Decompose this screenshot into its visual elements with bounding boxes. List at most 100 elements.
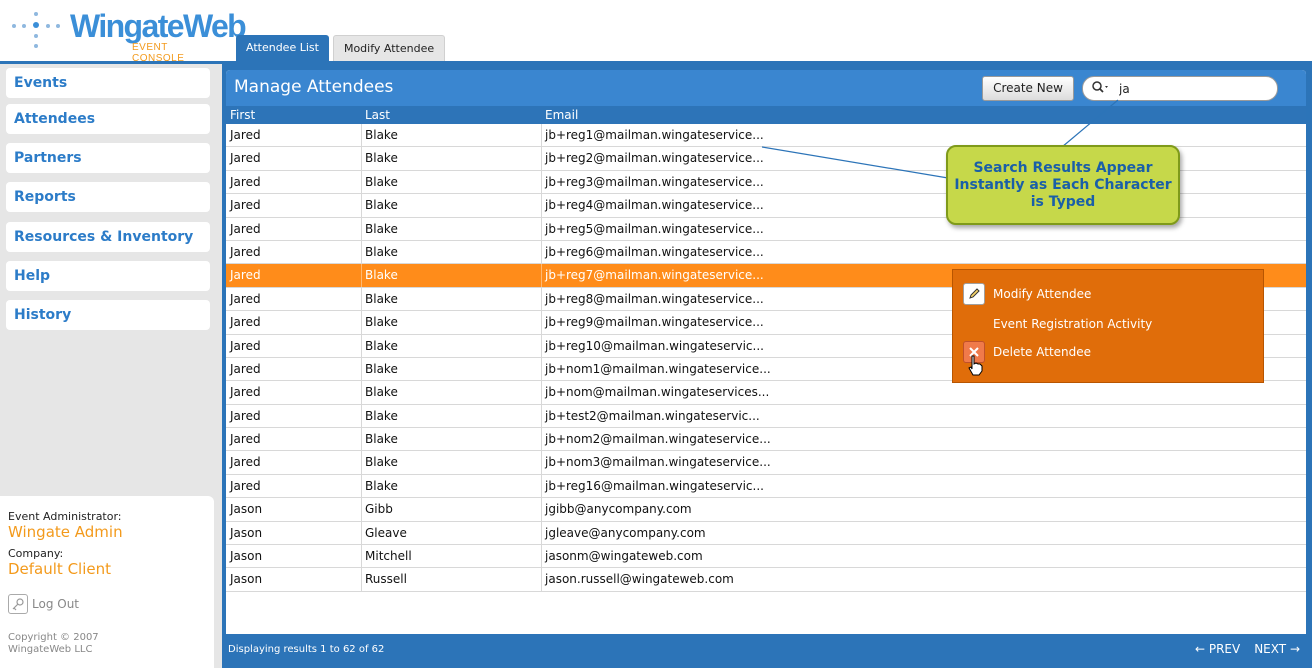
- column-header-last[interactable]: Last: [365, 108, 390, 122]
- callout-text: Search Results Appear Instantly as Each …: [954, 159, 1172, 210]
- sidebar: Events Attendees Partners Reports Resour…: [0, 64, 222, 668]
- sidebar-item-history[interactable]: History: [6, 300, 210, 330]
- sidebar-item-reports[interactable]: Reports: [6, 182, 210, 212]
- logo-dots-icon: [8, 12, 64, 52]
- cell-email: jb+reg9@mailman.wingateservice...: [545, 315, 764, 330]
- cell-first: Jared: [230, 408, 261, 423]
- logout-label: Log Out: [32, 597, 80, 611]
- cell-first: Jared: [230, 174, 261, 189]
- cell-last: Blake: [365, 151, 398, 166]
- cell-email: jb+reg8@mailman.wingateservice...: [545, 291, 764, 306]
- cell-last: Blake: [365, 455, 398, 470]
- table-row[interactable]: Jason Gleave jgleave@anycompany.com: [226, 521, 1306, 546]
- cell-first: Jared: [230, 338, 261, 353]
- cell-email: jason.russell@wingateweb.com: [545, 572, 734, 587]
- sidebar-item-resources-inventory[interactable]: Resources & Inventory: [6, 222, 210, 252]
- cell-email: jb+reg6@mailman.wingateservice...: [545, 244, 764, 259]
- sidebar-item-events[interactable]: Events: [6, 68, 210, 98]
- tab-bar: Attendee List Modify Attendee: [236, 35, 446, 61]
- search-icon[interactable]: [1091, 80, 1111, 98]
- menu-item-label: Event Registration Activity: [993, 317, 1153, 331]
- cell-last: Blake: [365, 315, 398, 330]
- logout-button[interactable]: Log Out: [8, 594, 214, 614]
- next-label: NEXT: [1254, 642, 1287, 656]
- table-row[interactable]: Jared Blake jb+nom@mailman.wingateservices…: [226, 381, 1306, 405]
- logo-wordmark: WingateWeb: [70, 8, 247, 44]
- table-row[interactable]: Jason Mitchell jasonm@wingateweb.com: [226, 545, 1306, 569]
- hand-cursor-icon: [967, 354, 985, 380]
- menu-item-label: Delete Attendee: [993, 345, 1092, 359]
- cell-first: Jared: [230, 151, 261, 166]
- cell-last: Blake: [365, 198, 398, 213]
- create-new-button[interactable]: Create New: [982, 76, 1074, 101]
- copyright-line-2: WingateWeb LLC: [8, 644, 93, 655]
- cell-email: jgibb@anycompany.com: [545, 502, 692, 517]
- table-row[interactable]: Jared Blake jb+reg16@mailman.wingateservic…: [226, 474, 1306, 499]
- cell-first: Jared: [230, 291, 261, 306]
- search-input[interactable]: [1119, 80, 1269, 98]
- table-row[interactable]: Jason Gibb jgibb@anycompany.com: [226, 498, 1306, 522]
- cell-email: jb+reg2@mailman.wingateservice...: [545, 151, 764, 166]
- column-header-first[interactable]: First: [230, 108, 255, 122]
- company-label: Company:: [8, 547, 64, 560]
- cell-last: Blake: [365, 291, 398, 306]
- cell-email: jb+reg16@mailman.wingateservic...: [545, 478, 764, 493]
- cell-last: Blake: [365, 385, 398, 400]
- wingateweb-logo: WingateWeb EVENT CONSOLE: [8, 4, 247, 64]
- cell-first: Jason: [230, 549, 263, 564]
- cell-email: jb+nom3@mailman.wingateservice...: [545, 455, 771, 470]
- cell-last: Blake: [365, 244, 398, 259]
- table-row[interactable]: Jared Blake jb+reg1@mailman.wingateservice…: [226, 124, 1306, 148]
- cell-email: jb+reg4@mailman.wingateservice...: [545, 198, 764, 213]
- sidebar-item-partners[interactable]: Partners: [6, 143, 210, 173]
- row-context-menu: Modify Attendee Event Registration Activ…: [952, 269, 1264, 383]
- table-row[interactable]: Jared Blake jb+reg6@mailman.wingateservice…: [226, 240, 1306, 265]
- cell-email: jb+reg5@mailman.wingateservice...: [545, 221, 764, 236]
- cell-email: jb+nom@mailman.wingateservices...: [545, 385, 770, 400]
- table-row[interactable]: Jared Blake jb+nom3@mailman.wingateservice…: [226, 451, 1306, 475]
- admin-info-panel: Event Administrator: Wingate Admin Compa…: [0, 496, 214, 668]
- search-box: [1082, 76, 1278, 101]
- cell-email: jb+nom1@mailman.wingateservice...: [545, 361, 771, 376]
- cell-email: jb+reg3@mailman.wingateservice...: [545, 174, 764, 189]
- cell-last: Blake: [365, 408, 398, 423]
- menu-item-event-registration-activity[interactable]: Event Registration Activity: [993, 312, 1152, 336]
- cell-last: Blake: [365, 128, 398, 142]
- cell-first: Jared: [230, 198, 261, 213]
- cell-email: jb+reg7@mailman.wingateservice...: [545, 268, 764, 283]
- prev-button[interactable]: ← PREV: [1195, 642, 1240, 656]
- menu-item-label: Modify Attendee: [993, 287, 1092, 301]
- panel-header: Manage Attendees Create New: [226, 70, 1306, 106]
- cell-last: Blake: [365, 478, 398, 493]
- cell-first: Jared: [230, 268, 261, 283]
- cell-email: jb+reg10@mailman.wingateservic...: [545, 338, 764, 353]
- cell-email: jb+nom2@mailman.wingateservice...: [545, 432, 771, 447]
- pagination-footer: Displaying results 1 to 62 of 62 ← PREV …: [222, 634, 1312, 664]
- next-button[interactable]: NEXT →: [1254, 642, 1300, 656]
- cell-first: Jared: [230, 455, 261, 470]
- cell-email: jb+test2@mailman.wingateservic...: [545, 408, 760, 423]
- page-title: Manage Attendees: [234, 77, 394, 97]
- cell-first: Jared: [230, 128, 261, 142]
- cell-email: jgleave@anycompany.com: [545, 525, 706, 540]
- cell-last: Blake: [365, 174, 398, 189]
- menu-item-modify-attendee[interactable]: Modify Attendee: [963, 282, 1091, 306]
- admin-label: Event Administrator:: [8, 510, 122, 523]
- company-name: Default Client: [8, 560, 112, 578]
- arrow-left-icon: ←: [1194, 642, 1205, 656]
- tab-attendee-list[interactable]: Attendee List: [236, 35, 329, 61]
- sidebar-item-attendees[interactable]: Attendees: [6, 104, 210, 134]
- tab-modify-attendee[interactable]: Modify Attendee: [332, 35, 446, 61]
- column-header-email[interactable]: Email: [545, 108, 578, 122]
- table-row[interactable]: Jason Russell jason.russell@wingateweb.com: [226, 568, 1306, 592]
- key-icon: [8, 594, 28, 614]
- cell-first: Jared: [230, 432, 261, 447]
- cell-first: Jared: [230, 478, 261, 493]
- cell-first: Jared: [230, 385, 261, 400]
- cell-first: Jared: [230, 361, 261, 376]
- cell-last: Blake: [365, 221, 398, 236]
- table-row[interactable]: Jared Blake jb+test2@mailman.wingateservic…: [226, 404, 1306, 429]
- table-row[interactable]: Jared Blake jb+nom2@mailman.wingateservice…: [226, 428, 1306, 452]
- sidebar-item-help[interactable]: Help: [6, 261, 210, 291]
- cell-last: Blake: [365, 432, 398, 447]
